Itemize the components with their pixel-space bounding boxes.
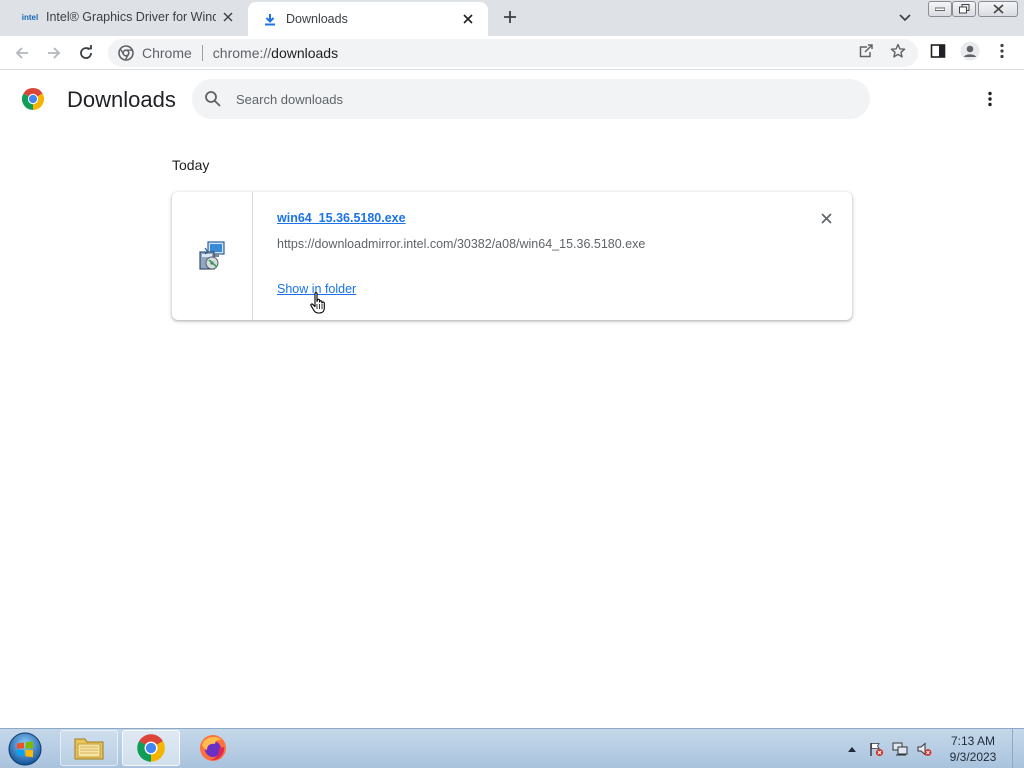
plus-icon	[504, 11, 516, 23]
taskbar-chrome-button[interactable]	[122, 730, 180, 766]
action-center-flag-button[interactable]	[864, 737, 888, 761]
restore-button[interactable]	[952, 1, 976, 17]
avatar-icon	[960, 41, 980, 61]
clock-date: 9/3/2023	[949, 750, 997, 764]
side-panel-icon	[930, 44, 946, 58]
back-arrow-icon	[15, 47, 28, 59]
browser-menu-button[interactable]	[990, 39, 1014, 63]
download-source-url: https://downloadmirror.intel.com/30382/a…	[277, 237, 646, 251]
reload-icon	[80, 45, 92, 59]
show-hidden-icons-button[interactable]	[840, 737, 864, 761]
chrome-icon	[137, 734, 165, 762]
windows-taskbar: 7:13 AM 9/3/2023	[0, 728, 1024, 768]
flag-warning-icon	[870, 743, 884, 757]
downloads-header: Downloads	[0, 71, 1024, 127]
site-chip-label: Chrome	[142, 45, 192, 61]
tab-title: Intel® Graphics Driver for Windows	[46, 10, 216, 24]
download-item-card: win64_15.36.5180.exe https://downloadmir…	[172, 192, 852, 320]
search-icon	[205, 91, 221, 107]
back-button[interactable]	[8, 39, 36, 67]
hand-cursor-icon	[310, 292, 325, 314]
close-icon	[992, 4, 1004, 14]
network-status-button[interactable]	[888, 737, 912, 761]
kebab-menu-icon	[1000, 43, 1004, 59]
minimize-icon	[935, 7, 945, 11]
download-file-name-link[interactable]: win64_15.36.5180.exe	[277, 211, 406, 225]
profile-button[interactable]	[958, 39, 982, 63]
start-button[interactable]	[6, 730, 46, 768]
chrome-logo-icon	[21, 88, 45, 110]
chevron-down-icon	[899, 14, 911, 22]
show-desktop-button[interactable]	[1012, 729, 1024, 768]
taskbar-clock[interactable]: 7:13 AM 9/3/2023	[940, 733, 1006, 765]
tab-title: Downloads	[286, 12, 348, 26]
installer-icon	[199, 241, 225, 270]
search-downloads-field[interactable]	[192, 79, 870, 119]
kebab-menu-icon	[988, 91, 992, 107]
address-bar[interactable]: Chrome chrome://downloads	[108, 39, 918, 67]
folder-icon	[74, 738, 104, 760]
url-text: chrome://downloads	[213, 45, 338, 61]
side-panel-button[interactable]	[926, 39, 950, 63]
minimize-button[interactable]	[928, 1, 952, 17]
windows-orb-icon	[8, 732, 42, 766]
download-icon	[258, 13, 282, 26]
date-group-label: Today	[172, 157, 210, 173]
window-close-button[interactable]	[978, 1, 1018, 17]
remove-from-list-button[interactable]	[814, 208, 838, 228]
bookmark-button[interactable]	[886, 39, 910, 63]
url-scheme: chrome://	[212, 45, 272, 61]
chrome-icon	[118, 45, 134, 61]
forward-arrow-icon	[48, 47, 61, 59]
clock-time: 7:13 AM	[950, 734, 996, 748]
tab-search-button[interactable]	[893, 6, 917, 30]
speaker-muted-icon	[917, 742, 932, 756]
search-input[interactable]	[236, 79, 836, 119]
forward-button[interactable]	[40, 39, 68, 67]
system-tray	[840, 735, 936, 763]
toolbar: Chrome chrome://downloads	[0, 36, 1024, 70]
downloads-menu-button[interactable]	[978, 87, 1002, 111]
intel-logo-icon: intel	[21, 12, 39, 22]
share-button[interactable]	[854, 39, 878, 63]
network-icon	[892, 742, 908, 756]
download-item-icon-column	[172, 192, 253, 320]
chevron-up-icon	[848, 747, 856, 752]
volume-button[interactable]	[912, 737, 936, 761]
divider	[201, 45, 203, 61]
reload-button[interactable]	[72, 39, 100, 67]
close-icon[interactable]	[456, 7, 480, 31]
close-icon	[820, 212, 832, 224]
star-icon	[890, 43, 906, 58]
share-icon	[859, 44, 873, 58]
close-icon[interactable]	[216, 5, 240, 29]
page-title: Downloads	[67, 87, 176, 112]
firefox-icon	[200, 735, 226, 761]
url-host: downloads	[271, 45, 339, 61]
new-tab-button[interactable]	[496, 4, 524, 30]
restore-icon	[958, 4, 969, 14]
site-info-chip[interactable]: Chrome	[118, 45, 192, 61]
tab-downloads[interactable]: Downloads	[248, 2, 488, 36]
taskbar-firefox-button[interactable]	[184, 730, 242, 766]
taskbar-explorer-button[interactable]	[60, 730, 118, 766]
tab-strip: intel Intel® Graphics Driver for Windows…	[0, 0, 1024, 36]
tab-intel-driver[interactable]: intel Intel® Graphics Driver for Windows	[8, 0, 248, 34]
